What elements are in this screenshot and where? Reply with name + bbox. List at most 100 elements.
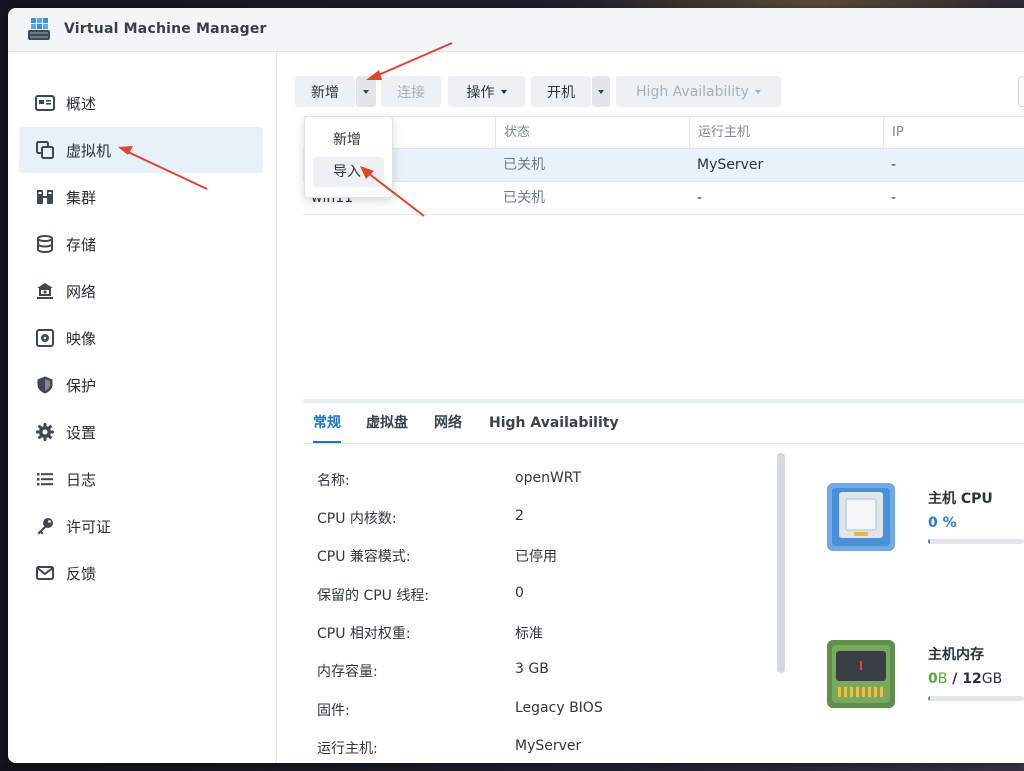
cpu-usage-value: 0 % <box>928 515 957 531</box>
sidebar-item-storage[interactable]: 存储 <box>19 221 263 267</box>
memory-usage-bar <box>928 696 1024 701</box>
detail-value-name: openWRT <box>515 470 582 486</box>
detail-value-firmware: Legacy BIOS <box>515 700 603 716</box>
sidebar: 概述 虚拟机 集群 存储 网络 映像 保护 设置 日志 许可证 反馈 <box>8 52 277 763</box>
sidebar-item-log[interactable]: 日志 <box>19 456 263 502</box>
chevron-down-icon <box>598 89 604 94</box>
sidebar-item-label: 虚拟机 <box>66 141 112 160</box>
add-dropdown-toggle[interactable] <box>356 76 376 107</box>
cpu-usage-bar-fill <box>928 539 930 544</box>
sidebar-item-image[interactable]: 映像 <box>19 315 263 361</box>
vm-status-cell: 已关机 <box>503 190 545 206</box>
app-title: Virtual Machine Manager <box>64 21 267 37</box>
chevron-down-icon <box>754 89 761 94</box>
power-on-button-label: 开机 <box>547 84 575 101</box>
detail-label-cpu-compat: CPU 兼容模式: <box>317 549 411 565</box>
key-icon <box>34 515 56 537</box>
overview-icon <box>34 92 56 114</box>
column-host[interactable]: 运行主机 <box>689 117 883 150</box>
add-dropdown-menu: 新增 导入 <box>304 116 393 198</box>
cpu-usage-unit: % <box>942 515 957 531</box>
network-icon <box>34 280 56 302</box>
chevron-down-icon <box>500 89 507 94</box>
sidebar-item-label: 保护 <box>66 376 97 395</box>
memory-total-number: 12 <box>962 671 982 687</box>
tab-general[interactable]: 常规 <box>313 403 341 443</box>
vm-ip-cell: - <box>891 157 897 173</box>
detail-value-cpu-compat: 已停用 <box>515 549 557 565</box>
sidebar-item-license[interactable]: 许可证 <box>19 503 263 549</box>
vm-icon <box>34 139 56 161</box>
sidebar-item-label: 集群 <box>66 188 97 207</box>
detail-label-firmware: 固件: <box>317 703 350 719</box>
memory-usage-bar-fill <box>928 696 930 701</box>
sidebar-item-feedback[interactable]: 反馈 <box>19 550 263 596</box>
menu-item-add[interactable]: 新增 <box>313 125 384 155</box>
desktop-background-left <box>0 0 8 771</box>
detail-value-reserved-threads: 0 <box>515 585 524 601</box>
column-status[interactable]: 状态 <box>495 117 689 150</box>
cpu-usage-title: 主机 CPU <box>928 491 993 507</box>
menu-item-import[interactable]: 导入 <box>313 157 384 187</box>
sidebar-item-settings[interactable]: 设置 <box>19 409 263 455</box>
sidebar-item-label: 设置 <box>66 423 97 442</box>
high-availability-button[interactable]: High Availability <box>616 76 781 107</box>
image-icon <box>34 327 56 349</box>
desktop-background-top <box>0 0 1024 8</box>
detail-label-host: 运行主机: <box>317 741 378 757</box>
memory-total-unit: GB <box>981 671 1003 687</box>
memory-used-unit: B <box>937 671 948 687</box>
sidebar-item-protection[interactable]: 保护 <box>19 362 263 408</box>
sidebar-item-cluster[interactable]: 集群 <box>19 174 263 220</box>
memory-used-number: 0 <box>928 671 938 687</box>
cpu-chip-icon <box>827 483 895 551</box>
title-bar: Virtual Machine Manager <box>8 8 1024 52</box>
detail-value-cpu-weight: 标准 <box>515 626 543 642</box>
power-on-button[interactable]: 开机 <box>531 76 591 107</box>
cpu-usage-number: 0 <box>928 515 938 531</box>
vm-table-header: 状态 运行主机 IP <box>303 116 1024 150</box>
power-on-dropdown-toggle[interactable] <box>592 76 610 107</box>
column-ip[interactable]: IP <box>883 117 1024 150</box>
vm-host-cell: - <box>697 190 703 206</box>
sidebar-item-label: 反馈 <box>66 564 97 583</box>
vm-ip-cell: - <box>891 190 897 206</box>
action-button-label: 操作 <box>466 84 495 101</box>
shield-icon <box>34 374 56 396</box>
sidebar-item-label: 存储 <box>66 235 97 254</box>
sidebar-item-label: 日志 <box>66 470 97 489</box>
detail-label-memory: 内存容量: <box>317 664 378 680</box>
detail-value-memory: 3 GB <box>515 661 549 677</box>
storage-icon <box>34 233 56 255</box>
log-icon <box>34 468 56 490</box>
connect-button-label: 连接 <box>397 84 425 101</box>
table-row[interactable]: win11 已关机 - - <box>303 182 1024 215</box>
cpu-usage-bar <box>928 539 1024 544</box>
detail-tabs: 常规 虚拟盘 网络 High Availability <box>303 403 1024 444</box>
table-row[interactable]: 已关机 MyServer - <box>303 149 1024 182</box>
mail-icon <box>34 562 56 584</box>
detail-label-name: 名称: <box>317 473 350 489</box>
sidebar-item-overview[interactable]: 概述 <box>19 80 263 126</box>
sidebar-item-network[interactable]: 网络 <box>19 268 263 314</box>
detail-label-cpu-weight: CPU 相对权重: <box>317 626 411 642</box>
add-button[interactable]: 新增 <box>295 76 355 107</box>
connect-button[interactable]: 连接 <box>381 76 441 107</box>
memory-module-icon <box>827 640 895 708</box>
tab-virtual-disk[interactable]: 虚拟盘 <box>366 403 408 443</box>
vm-status-cell: 已关机 <box>503 157 545 173</box>
details-scrollbar[interactable] <box>777 453 785 673</box>
tab-network[interactable]: 网络 <box>434 403 462 443</box>
sidebar-item-label: 许可证 <box>66 517 112 536</box>
sidebar-item-label: 网络 <box>66 282 97 301</box>
detail-label-cpu-cores: CPU 内核数: <box>317 511 397 527</box>
sidebar-item-label: 概述 <box>66 94 97 113</box>
cluster-icon <box>34 186 56 208</box>
app-window: Virtual Machine Manager 概述 虚拟机 集群 存储 网络 … <box>8 8 1024 763</box>
memory-separator: / <box>952 671 958 687</box>
sidebar-item-vm[interactable]: 虚拟机 <box>19 127 263 173</box>
vm-host-cell: MyServer <box>697 157 764 173</box>
action-menu-button[interactable]: 操作 <box>448 76 525 107</box>
search-box-edge[interactable] <box>1018 76 1024 107</box>
tab-high-availability[interactable]: High Availability <box>489 403 619 443</box>
